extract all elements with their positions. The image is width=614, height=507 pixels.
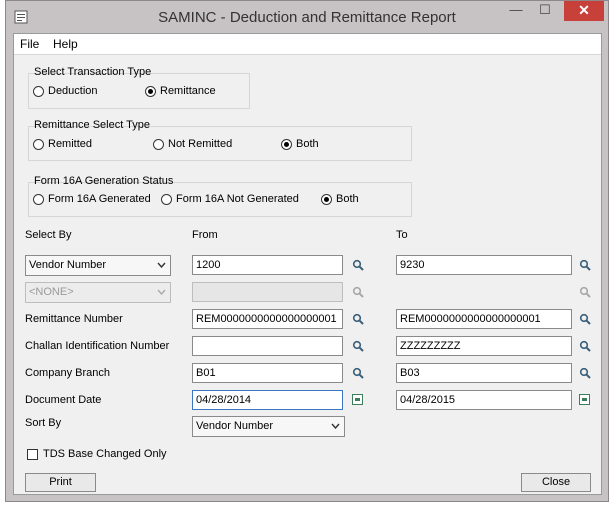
remittance-both-label: Both — [296, 138, 319, 150]
to-header: To — [396, 229, 408, 241]
select-by-header: Select By — [25, 229, 72, 241]
company-branch-to-input[interactable]: B03 — [396, 363, 572, 383]
tds-base-changed-checkbox[interactable]: TDS Base Changed Only — [27, 448, 167, 460]
deduction-radio-circle — [33, 85, 44, 97]
form16a-generated-radio[interactable]: Form 16A Generated — [33, 193, 151, 205]
search-icon — [579, 286, 591, 298]
document-date-to-input[interactable]: 04/28/2015 — [396, 390, 572, 410]
remittance-select-title: Remittance Select Type — [34, 119, 150, 131]
calendar-icon[interactable] — [579, 394, 590, 405]
close-button[interactable]: Close — [521, 473, 591, 492]
form16a-generated-radio-circle — [33, 193, 44, 205]
challan-from-input[interactable] — [192, 336, 343, 356]
sort-by-label: Sort By — [25, 417, 62, 429]
print-button[interactable]: Print — [25, 473, 96, 492]
report-window: SAMINC - Deduction and Remittance Report… — [5, 0, 609, 502]
remitted-radio-circle — [33, 138, 44, 150]
deduction-radio[interactable]: Deduction — [33, 85, 98, 97]
search-icon[interactable] — [352, 313, 364, 325]
menu-file[interactable]: File — [20, 37, 39, 51]
form16a-generated-label: Form 16A Generated — [48, 193, 151, 205]
from-header: From — [192, 229, 218, 241]
tds-checkbox-label: TDS Base Changed Only — [43, 448, 167, 460]
form16a-not-generated-radio[interactable]: Form 16A Not Generated — [161, 193, 299, 205]
form16a-both-label: Both — [336, 193, 359, 205]
chevron-down-icon — [157, 262, 166, 268]
chevron-down-icon — [331, 423, 340, 429]
challan-to-input[interactable]: ZZZZZZZZZ — [396, 336, 572, 356]
document-date-from-input[interactable]: 04/28/2014 — [192, 390, 343, 410]
menu-help[interactable]: Help — [53, 37, 78, 51]
remitted-label: Remitted — [48, 138, 93, 150]
form16a-not-generated-label: Form 16A Not Generated — [176, 193, 299, 205]
form16a-not-generated-radio-circle — [161, 193, 172, 205]
remittance-number-from-input[interactable]: REM0000000000000000001 — [192, 309, 343, 329]
vendor-to-input[interactable]: 9230 — [396, 255, 572, 275]
sort-by-dropdown[interactable]: Vendor Number — [192, 416, 345, 437]
window-close-button[interactable]: ✕ — [564, 1, 604, 21]
remittance-radio[interactable]: Remittance — [145, 85, 216, 97]
search-icon[interactable] — [579, 367, 591, 379]
select-by-value: Vendor Number — [29, 259, 107, 271]
document-date-label: Document Date — [25, 394, 102, 406]
not-remitted-radio[interactable]: Not Remitted — [153, 138, 232, 150]
company-branch-from-input[interactable]: B01 — [192, 363, 343, 383]
search-icon[interactable] — [352, 340, 364, 352]
remittance-label: Remittance — [160, 85, 216, 97]
deduction-label: Deduction — [48, 85, 98, 97]
form16a-title: Form 16A Generation Status — [34, 175, 174, 187]
title-bar[interactable]: SAMINC - Deduction and Remittance Report… — [6, 1, 608, 33]
remittance-both-radio-circle — [281, 138, 292, 150]
search-icon[interactable] — [352, 259, 364, 271]
remittance-number-to-input[interactable]: REM0000000000000000001 — [396, 309, 572, 329]
search-icon[interactable] — [579, 259, 591, 271]
transaction-type-title: Select Transaction Type — [34, 66, 152, 78]
company-branch-label: Company Branch — [25, 367, 110, 379]
minimize-button[interactable]: — — [502, 1, 530, 21]
form-body: File Help Select Transaction Type Deduct… — [13, 33, 602, 495]
secondary-select-value: <NONE> — [29, 286, 74, 298]
select-by-dropdown[interactable]: Vendor Number — [25, 255, 171, 276]
search-icon[interactable] — [579, 340, 591, 352]
search-icon[interactable] — [352, 367, 364, 379]
not-remitted-label: Not Remitted — [168, 138, 233, 150]
tds-checkbox-box — [27, 448, 38, 460]
search-icon — [352, 286, 364, 298]
search-icon[interactable] — [579, 313, 591, 325]
menu-bar: File Help — [14, 34, 601, 55]
remitted-radio[interactable]: Remitted — [33, 138, 92, 150]
chevron-down-icon — [157, 289, 166, 295]
form16a-both-radio[interactable]: Both — [321, 193, 359, 205]
remittance-number-label: Remittance Number — [25, 313, 123, 325]
secondary-select-dropdown: <NONE> — [25, 282, 171, 303]
vendor-from-input[interactable]: 1200 — [192, 255, 343, 275]
not-remitted-radio-circle — [153, 138, 164, 150]
secondary-from-input — [192, 282, 343, 302]
maximize-button[interactable]: ☐ — [531, 1, 559, 21]
remittance-radio-circle — [145, 85, 156, 97]
calendar-icon[interactable] — [352, 394, 363, 405]
sort-by-value: Vendor Number — [196, 420, 274, 432]
remittance-both-radio[interactable]: Both — [281, 138, 319, 150]
challan-label: Challan Identification Number — [25, 340, 170, 352]
form16a-both-radio-circle — [321, 193, 332, 205]
